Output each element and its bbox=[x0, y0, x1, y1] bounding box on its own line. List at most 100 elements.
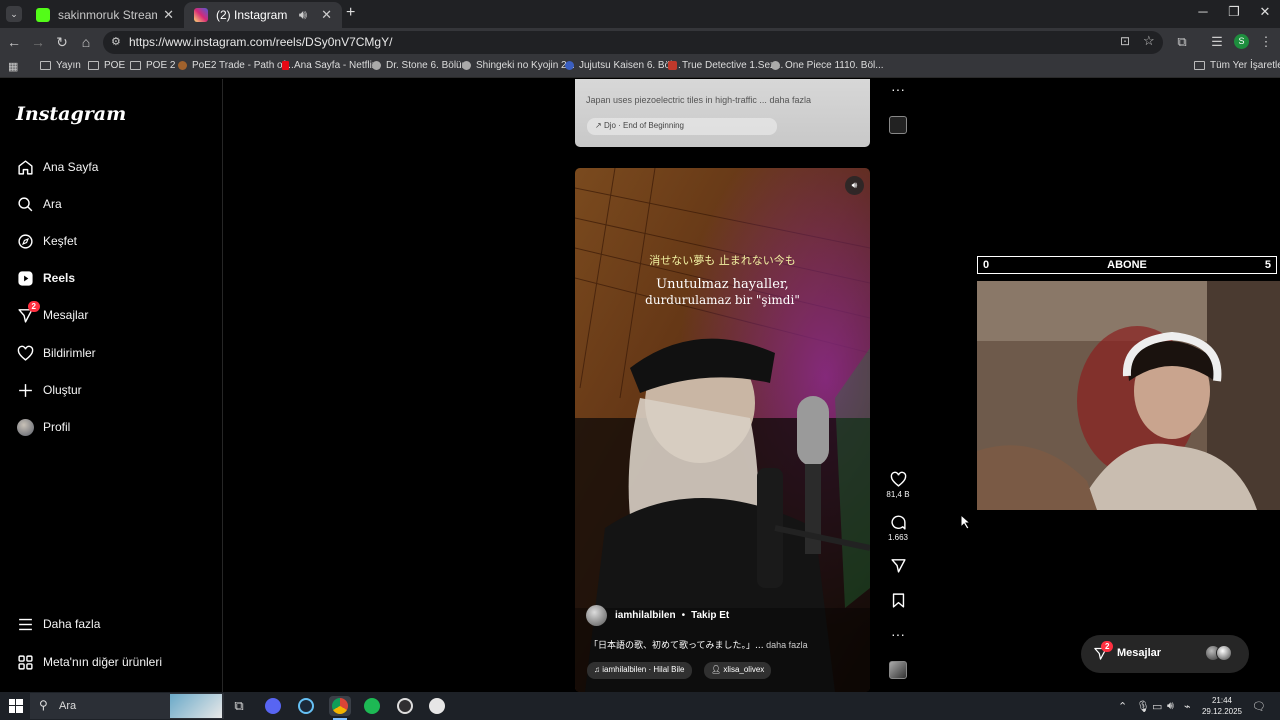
nav-create[interactable]: Oluştur bbox=[16, 376, 206, 404]
messages-floating-button[interactable]: 2 Mesajlar bbox=[1081, 635, 1249, 673]
site-info-icon[interactable]: ⚙ bbox=[111, 35, 121, 48]
microphone-icon[interactable]: 🎙︎ bbox=[1136, 700, 1150, 713]
back-icon[interactable]: ← bbox=[5, 34, 23, 50]
reel-music-chip[interactable]: ♫ iamhilalbilen · Hilal Bile bbox=[587, 662, 692, 679]
close-icon[interactable]: ✕ bbox=[163, 7, 174, 23]
bookmark-item[interactable]: Shingeki no Kyojin 2... bbox=[462, 60, 575, 71]
network-icon[interactable]: ▭ bbox=[1152, 700, 1162, 713]
reload-icon[interactable]: ↻ bbox=[53, 34, 71, 51]
media-control-icon[interactable]: ☰ bbox=[1208, 34, 1226, 50]
minimize-icon[interactable]: ─ bbox=[1188, 4, 1218, 19]
nav-home[interactable]: Ana Sayfa bbox=[16, 153, 206, 181]
taskbar-search-box[interactable]: ⚲ Ara bbox=[30, 693, 224, 719]
apps-grid-icon[interactable]: ▦ bbox=[8, 60, 18, 73]
audio-thumbnail[interactable] bbox=[889, 661, 907, 679]
tab-instagram[interactable]: (2) Instagram 🔊︎ ✕ bbox=[184, 2, 342, 28]
bookmark-label: Ana Sayfa - Netflix bbox=[294, 60, 377, 71]
author-avatar[interactable] bbox=[586, 605, 607, 626]
tray-chevron-icon[interactable]: ⌃ bbox=[1118, 700, 1127, 713]
share-button[interactable] bbox=[880, 557, 916, 576]
battery-icon[interactable]: ⌁ bbox=[1184, 700, 1191, 713]
tagged-user-chip[interactable]: 👤︎ xlisa_olivex bbox=[704, 662, 772, 679]
instagram-logo[interactable]: Instagram bbox=[16, 103, 126, 125]
nav-meta-products[interactable]: Meta'nın diğer ürünleri bbox=[16, 648, 206, 676]
close-icon[interactable]: ✕ bbox=[321, 7, 332, 23]
chrome-icon[interactable] bbox=[329, 696, 351, 716]
profile-avatar[interactable]: S bbox=[1234, 34, 1249, 49]
avatar-icon bbox=[16, 418, 34, 436]
author-username[interactable]: iamhilalbilen bbox=[615, 610, 676, 621]
save-button[interactable] bbox=[880, 592, 916, 611]
nav-profile[interactable]: Profil bbox=[16, 413, 206, 441]
nav-notifications[interactable]: Bildirimler bbox=[16, 339, 206, 367]
nav-search[interactable]: Ara bbox=[16, 190, 206, 218]
site-icon bbox=[668, 61, 677, 70]
extensions-icon[interactable]: ⧉ bbox=[1173, 34, 1191, 50]
nav-label: Profil bbox=[43, 420, 71, 434]
notification-center-icon[interactable]: 🗨︎ bbox=[1252, 700, 1266, 713]
comment-icon bbox=[890, 515, 906, 530]
address-bar[interactable]: ⚙ https://www.instagram.com/reels/DSy0nV… bbox=[103, 31, 1163, 54]
bookmark-item[interactable]: Jujutsu Kaisen 6. Böl... bbox=[565, 60, 681, 71]
search-icon bbox=[16, 195, 34, 213]
reel-card-previous[interactable]: Japan uses piezoelectric tiles in high-t… bbox=[575, 79, 870, 147]
windows-taskbar: ⚲ Ara ⧉ ⌃ 🎙︎ ▭ 🔊︎ ⌁ 21:44 29.12.2025 🗨︎ bbox=[0, 692, 1280, 720]
more-options-icon[interactable]: ··· bbox=[880, 81, 916, 97]
windows-start-icon[interactable] bbox=[6, 696, 26, 716]
poe-icon bbox=[178, 61, 187, 70]
bookmark-item[interactable]: Yayın bbox=[40, 60, 81, 71]
more-options-icon[interactable]: ··· bbox=[880, 626, 916, 642]
nav-reels[interactable]: Reels bbox=[16, 264, 206, 292]
volume-icon[interactable]: 🔊︎ bbox=[1167, 700, 1174, 713]
new-tab-button[interactable]: + bbox=[346, 4, 355, 22]
restore-icon[interactable]: ❐ bbox=[1219, 4, 1249, 20]
discord-icon[interactable] bbox=[263, 696, 283, 716]
folder-icon bbox=[130, 61, 141, 70]
caption-text: 「日本語の歌、初めて歌ってみました。」... bbox=[589, 641, 764, 651]
nav-explore[interactable]: Keşfet bbox=[16, 227, 206, 255]
nav-more[interactable]: Daha fazla bbox=[16, 610, 206, 638]
bookmark-star-icon[interactable]: ☆ bbox=[1143, 33, 1155, 49]
install-app-icon[interactable]: ⊡ bbox=[1120, 34, 1130, 48]
all-bookmarks[interactable]: Tüm Yer İşaretleri bbox=[1194, 60, 1280, 71]
reel-music-chip[interactable]: ↗ Djo · End of Beginning bbox=[587, 118, 777, 135]
tab-search-button[interactable]: ⌄ bbox=[6, 6, 22, 22]
reel-card-current[interactable]: 🔊︎ 消せない夢も 止まれない今も Unutulmaz hayaller, du… bbox=[575, 168, 870, 692]
steam-icon[interactable] bbox=[296, 696, 316, 716]
music-note-icon: ♫ bbox=[594, 665, 600, 674]
folder-icon bbox=[1194, 61, 1205, 70]
follow-button[interactable]: Takip Et bbox=[691, 610, 729, 621]
obs-icon[interactable] bbox=[395, 696, 415, 716]
bookmarks-bar: ▦ Yayın POE POE 2 PoE2 Trade - Path of..… bbox=[0, 56, 1280, 78]
like-button[interactable]: 81,4 B bbox=[880, 471, 916, 499]
clock[interactable]: 21:44 29.12.2025 bbox=[1200, 695, 1244, 717]
more-link[interactable]: daha fazla bbox=[769, 95, 811, 105]
mute-toggle-icon[interactable]: 🔊︎ bbox=[845, 176, 864, 195]
bookmark-item[interactable]: Dr. Stone 6. Bölüm bbox=[372, 60, 470, 71]
nav-messages[interactable]: 2 Mesajlar bbox=[16, 301, 206, 329]
speaker-icon[interactable]: 🔊︎ bbox=[299, 7, 307, 23]
home-icon[interactable]: ⌂ bbox=[77, 34, 95, 50]
bookmark-item[interactable]: True Detective 1.Sez... bbox=[668, 60, 783, 71]
menu-kebab-icon[interactable]: ⋮ bbox=[1257, 34, 1275, 50]
nav-label: Ara bbox=[43, 197, 62, 211]
nav-label: Mesajlar bbox=[43, 308, 89, 322]
bookmark-item[interactable]: One Piece 1110. Böl... bbox=[771, 60, 884, 71]
bookmark-item[interactable]: POE bbox=[88, 60, 125, 71]
goal-label: ABONE bbox=[1107, 259, 1147, 271]
spotify-icon[interactable] bbox=[362, 696, 382, 716]
app-icon[interactable] bbox=[427, 696, 447, 716]
bookmark-item[interactable]: POE 2 bbox=[130, 60, 175, 71]
bookmark-item[interactable]: Ana Sayfa - Netflix bbox=[282, 60, 377, 71]
task-view-icon[interactable]: ⧉ bbox=[229, 696, 249, 716]
more-link[interactable]: daha fazla bbox=[766, 640, 808, 650]
instagram-sidebar: Instagram Ana Sayfa Ara Keşfet Reels 2 M… bbox=[0, 79, 223, 692]
plus-icon bbox=[16, 381, 34, 399]
bookmark-item[interactable]: PoE2 Trade - Path of... bbox=[178, 60, 294, 71]
tab-kick-stream[interactable]: sakinmoruk Stream - Watch Liv ✕ bbox=[26, 2, 184, 28]
instagram-icon bbox=[194, 8, 208, 22]
audio-thumbnail[interactable] bbox=[889, 116, 907, 134]
close-window-icon[interactable]: ✕ bbox=[1250, 4, 1280, 20]
forward-icon[interactable]: → bbox=[29, 34, 47, 50]
comment-button[interactable]: 1.663 bbox=[880, 514, 916, 542]
